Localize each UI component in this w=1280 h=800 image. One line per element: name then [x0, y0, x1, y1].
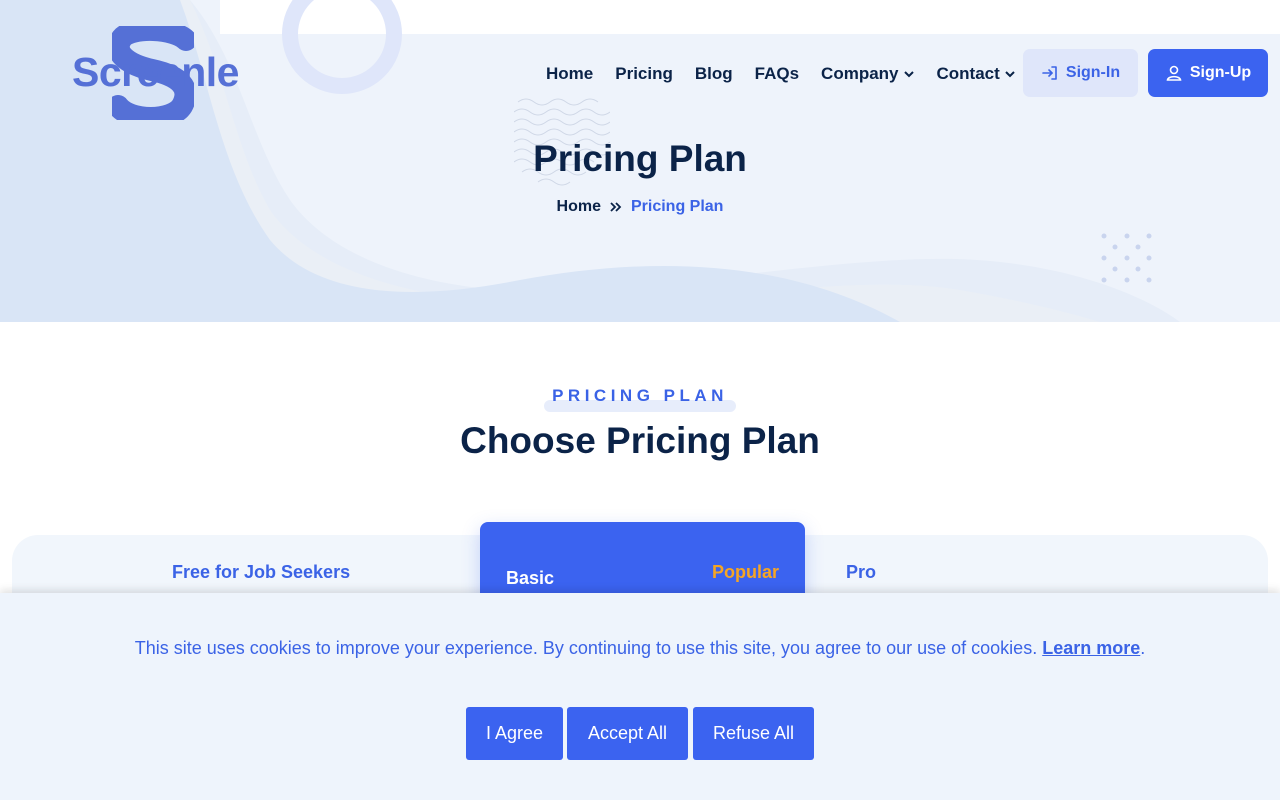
nav-pricing-label: Pricing	[615, 64, 673, 83]
i-agree-button[interactable]: I Agree	[466, 707, 563, 760]
double-chevron-right-icon	[610, 202, 622, 212]
section-title: Choose Pricing Plan	[460, 420, 820, 461]
cookie-consent-banner: This site uses cookies to improve your e…	[0, 593, 1280, 800]
learn-more-link[interactable]: Learn more	[1042, 638, 1140, 658]
plan-basic-title: Basic	[506, 568, 555, 588]
section-kicker-wrap: PRICING PLAN	[0, 386, 1280, 412]
chevron-down-icon	[1005, 71, 1015, 78]
nav-blog[interactable]: Blog	[695, 64, 733, 84]
breadcrumb: Home Pricing Plan	[0, 198, 1280, 216]
nav-faqs[interactable]: FAQs	[755, 64, 799, 84]
cookie-message-text: This site uses cookies to improve your e…	[134, 638, 1038, 658]
cookie-message: This site uses cookies to improve your e…	[0, 638, 1280, 659]
nav-pricing[interactable]: Pricing	[615, 64, 673, 84]
section-kicker: PRICING PLAN	[544, 386, 736, 412]
cookie-actions: I Agree Accept All Refuse All	[0, 707, 1280, 760]
nav-home-label: Home	[546, 64, 594, 83]
page-title: Pricing Plan	[533, 138, 747, 179]
sign-in-button[interactable]: Sign-In	[1023, 49, 1138, 97]
breadcrumb-home-link[interactable]: Home	[557, 198, 601, 216]
plan-free-title: Free for Job Seekers	[172, 562, 351, 582]
popular-badge: Popular	[711, 562, 779, 582]
nav-contact-label: Contact	[936, 64, 1000, 83]
brand-logo[interactable]: Screenle	[72, 26, 242, 122]
cookie-message-period: .	[1140, 638, 1146, 658]
chevron-down-icon	[903, 71, 914, 78]
nav-blog-label: Blog	[694, 64, 733, 83]
decorative-dots	[1101, 233, 1152, 283]
sign-up-button[interactable]: Sign-Up	[1148, 49, 1268, 97]
nav-company[interactable]: Company	[821, 64, 914, 84]
sign-in-label: Sign-In	[1065, 64, 1121, 81]
accept-all-button[interactable]: Accept All	[567, 707, 688, 760]
plan-pro-title: Pro	[846, 562, 877, 582]
nav-company-label: Company	[821, 64, 899, 83]
refuse-all-button[interactable]: Refuse All	[693, 707, 814, 760]
brand-name: Screenle	[72, 49, 239, 95]
nav-faqs-label: FAQs	[754, 64, 800, 83]
breadcrumb-current: Pricing Plan	[630, 198, 724, 215]
main-navigation: Home Pricing Blog FAQs Company Contact	[546, 62, 1016, 86]
sign-in-icon	[1042, 66, 1057, 80]
page-header-hero: Screenle Home Pricing Blog FAQs Company …	[0, 0, 1280, 322]
nav-home[interactable]: Home	[546, 64, 593, 84]
nav-contact[interactable]: Contact	[937, 64, 1016, 84]
sign-up-label: Sign-Up	[1189, 64, 1252, 81]
user-icon	[1166, 65, 1182, 81]
